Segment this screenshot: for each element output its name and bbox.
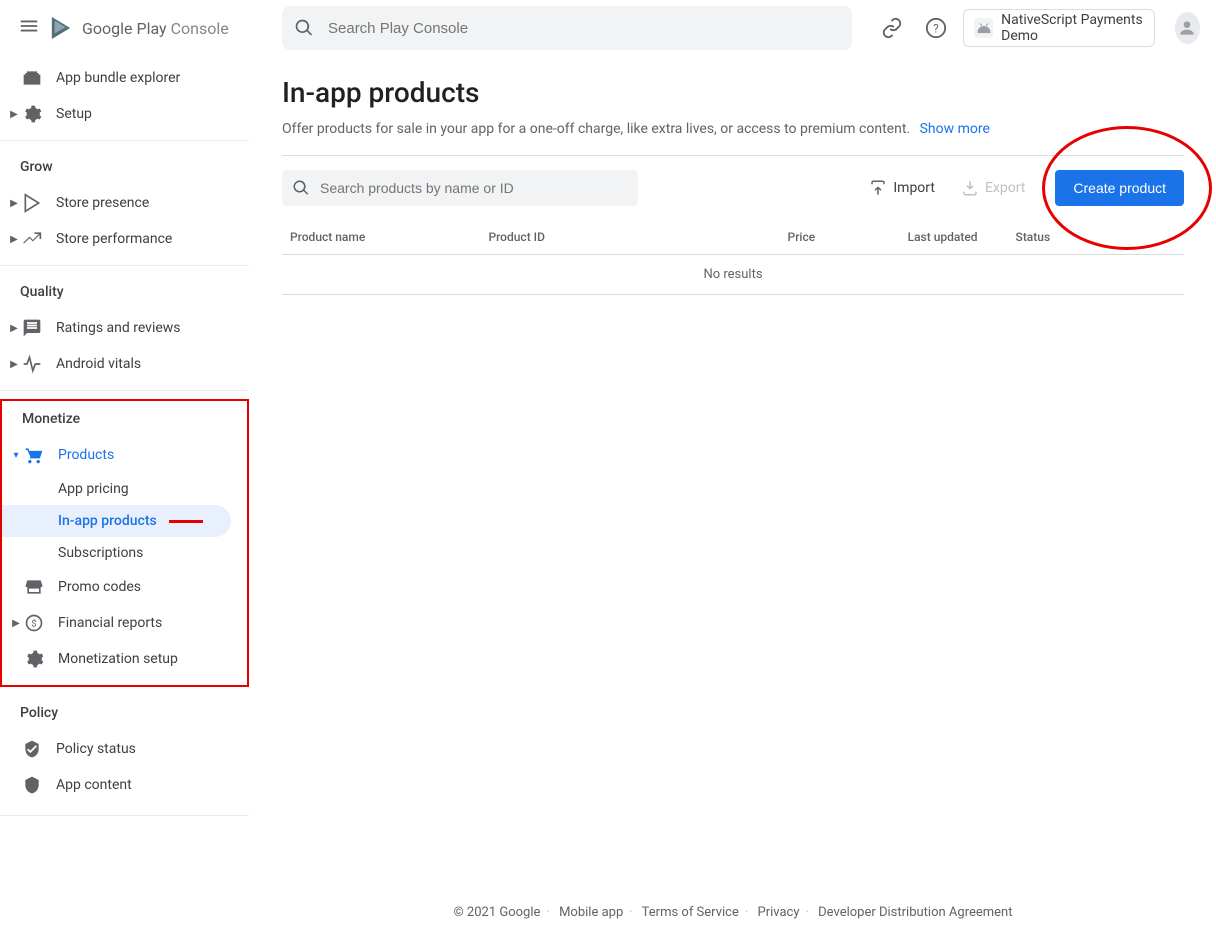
sidebar-item-store-performance[interactable]: ▶ Store performance [0,221,249,257]
page-title: In-app products [282,76,1184,109]
search-icon [292,179,310,197]
sidebar-item-vitals[interactable]: ▶ Android vitals [0,346,249,382]
nav-label: App content [56,777,132,793]
footer-privacy-link[interactable]: Privacy [758,905,800,920]
products-table: Product name Product ID Price Last updat… [282,220,1184,295]
global-search[interactable] [282,6,852,50]
caret-icon: ▶ [8,109,20,120]
hamburger-icon[interactable] [18,15,40,41]
create-product-button[interactable]: Create product [1055,170,1184,206]
sidebar-item-products[interactable]: ▾ Products [2,437,247,473]
brand-text: Google Play Console [82,19,229,38]
app-chip-label: NativeScript Payments Demo [1001,12,1144,44]
header-row: Google Play Console [0,0,249,56]
sidebar-sub-app-pricing[interactable]: App pricing [2,473,247,505]
bundle-icon [22,68,42,88]
nav-label: Setup [56,106,92,122]
sidebar-item-financial-reports[interactable]: ▶ $ Financial reports [2,605,247,641]
caret-icon: ▶ [10,618,22,629]
export-button: Export [955,179,1031,197]
page-subtitle: Offer products for sale in your app for … [282,121,1184,137]
sidebar-sub-in-app-products[interactable]: In-app products [2,505,231,537]
sidebar-item-setup[interactable]: ▶ Setup [0,96,249,132]
shield-info-icon [22,775,42,795]
store-icon [24,577,44,597]
app-selector[interactable]: NativeScript Payments Demo [963,9,1154,47]
help-icon[interactable]: ? [920,8,952,48]
nav-label: Store performance [56,231,172,247]
footer-copyright: © 2021 Google [453,905,540,920]
caret-icon: ▶ [8,323,20,334]
dollar-icon: $ [24,613,44,633]
link-icon[interactable] [876,8,908,48]
sidebar-item-app-bundle[interactable]: App bundle explorer [0,60,249,96]
play-console-logo[interactable]: Google Play Console [50,15,229,41]
nav-label: Android vitals [56,356,141,372]
sidebar-item-policy-status[interactable]: Policy status [0,731,249,767]
nav-label: Monetization setup [58,651,178,667]
reviews-icon [22,318,42,338]
col-product-id: Product ID [480,220,678,255]
col-price: Price [679,220,823,255]
col-product-name: Product name [282,220,480,255]
nav-label: Ratings and reviews [56,320,181,336]
nav-label: Products [58,447,114,463]
trend-icon [22,229,42,249]
sidebar-item-store-presence[interactable]: ▶ Store presence [0,185,249,221]
col-status: Status [986,220,1184,255]
footer: © 2021 Google· Mobile app· Terms of Serv… [250,905,1216,920]
nav-label: Financial reports [58,615,162,631]
gear-icon [22,104,42,124]
footer-mobile-link[interactable]: Mobile app [559,905,623,920]
show-more-link[interactable]: Show more [920,121,990,137]
footer-agreement-link[interactable]: Developer Distribution Agreement [818,905,1012,920]
shield-check-icon [22,739,42,759]
section-monetize: Monetize [2,401,247,437]
user-avatar[interactable] [1175,12,1200,44]
search-input[interactable] [328,20,840,37]
sidebar-item-app-content[interactable]: App content [0,767,249,803]
section-grow: Grow [0,149,249,185]
search-icon [294,18,314,38]
sidebar-item-promo-codes[interactable]: Promo codes [2,569,247,605]
svg-text:$: $ [31,618,36,629]
product-search-input[interactable] [320,180,628,196]
sidebar-item-ratings[interactable]: ▶ Ratings and reviews [0,310,249,346]
gear-icon [24,649,44,669]
footer-terms-link[interactable]: Terms of Service [642,905,739,920]
nav-label: App bundle explorer [56,70,180,86]
cart-icon [24,445,44,465]
product-search[interactable] [282,170,638,206]
caret-icon: ▶ [8,359,20,370]
annotation-arrow [169,520,203,523]
section-quality: Quality [0,274,249,310]
vitals-icon [22,354,42,374]
nav-label: Policy status [56,741,136,757]
section-policy: Policy [0,687,249,731]
svg-text:?: ? [933,22,939,36]
topbar: ? NativeScript Payments Demo [250,0,1216,56]
caret-icon: ▾ [10,450,22,461]
nav-label: Promo codes [58,579,141,595]
table-no-results: No results [282,255,1184,295]
sidebar: Google Play Console App bundle explorer … [0,0,250,936]
import-button[interactable]: Import [863,179,941,197]
caret-icon: ▶ [8,198,20,209]
sidebar-sub-subscriptions[interactable]: Subscriptions [2,537,247,569]
caret-icon: ▶ [8,234,20,245]
sidebar-item-monetization-setup[interactable]: Monetization setup [2,641,247,677]
col-last-updated: Last updated [823,220,985,255]
android-icon [974,18,993,38]
play-icon [22,193,42,213]
nav-label: Store presence [56,195,149,211]
